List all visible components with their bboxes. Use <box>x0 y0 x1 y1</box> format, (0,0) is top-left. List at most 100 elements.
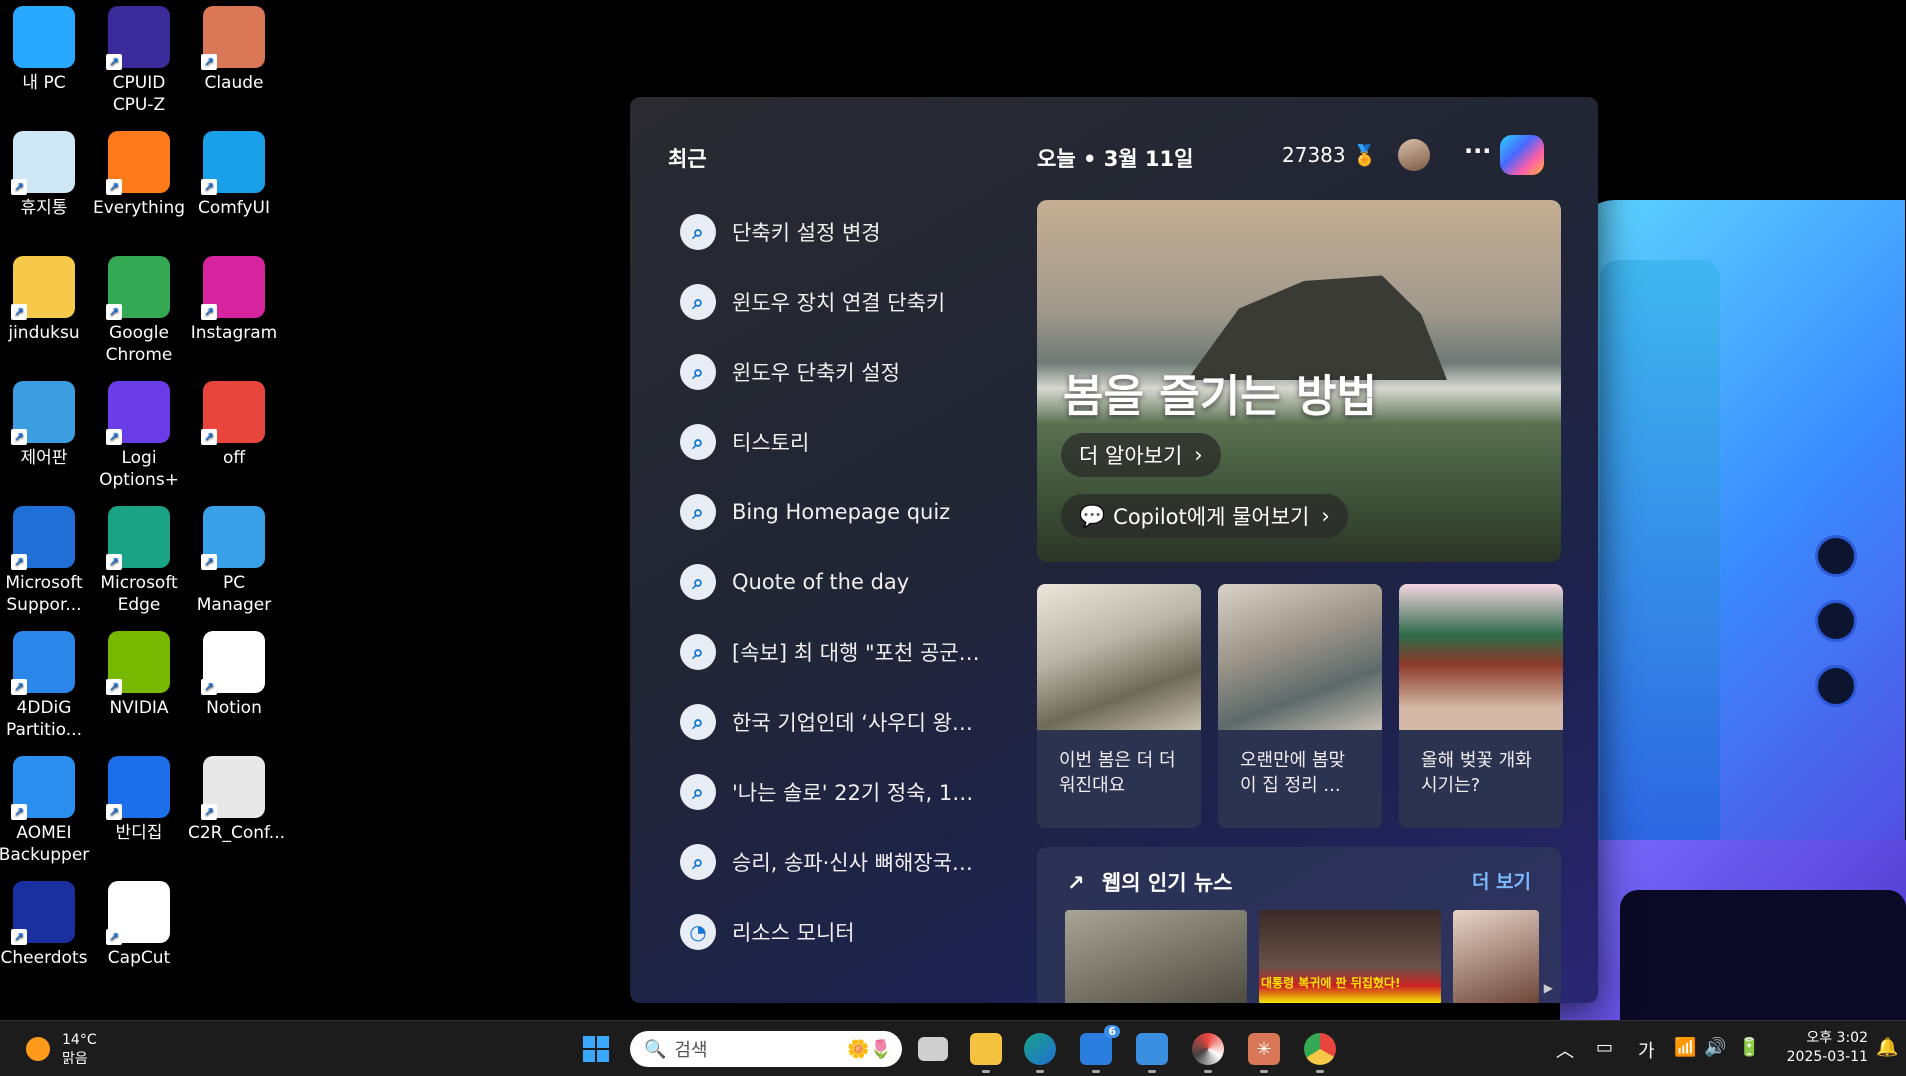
desktop-icon[interactable]: ↗ 휴지통 <box>0 131 90 219</box>
messenger-icon[interactable]: 6 <box>1080 1025 1120 1073</box>
wallpaper-knob <box>1815 665 1857 707</box>
desktop-icon[interactable]: ↗ C2R_Conf... <box>188 756 285 844</box>
desktop-icon[interactable]: ↗ jinduksu <box>0 256 90 344</box>
notepad-icon[interactable] <box>1136 1033 1168 1073</box>
desktop-icon-label: CPUID CPU-Z <box>112 73 166 115</box>
tablet-icon[interactable]: ▭ <box>1596 1037 1613 1058</box>
running-indicator <box>982 1070 990 1073</box>
spring-card[interactable]: 올해 벚꽃 개화 시기는? <box>1399 584 1563 828</box>
ask-copilot-button[interactable]: 💬 Copilot에게 물어보기 › <box>1061 494 1348 538</box>
running-indicator <box>1204 1070 1212 1073</box>
desktop-icon[interactable]: ↗ Instagram <box>188 256 280 344</box>
system-clock[interactable]: 오후 3:02 2025-03-11 <box>1784 1029 1868 1067</box>
clock-time: 오후 3:02 <box>1806 1030 1868 1046</box>
desktop-icon[interactable]: ↗ Logi Options+ <box>93 381 185 491</box>
desktop-icon-label: CapCut <box>107 948 171 968</box>
desktop-icon[interactable]: ↗ CapCut <box>93 881 185 969</box>
desktop-icon[interactable]: ↗ off <box>188 381 280 469</box>
search-icon: ⌕ <box>680 284 716 320</box>
weather-widget[interactable]: 14°C 맑음 <box>62 1031 97 1069</box>
desktop-icon[interactable]: 내 PC <box>0 6 90 94</box>
taskbar: 14°C 맑음 🔍 검색 🌼🌷 6 ✳ ︿ ▭ 가 📶 🔊 🔋 오후 3:02 … <box>0 1020 1906 1076</box>
rewards-points[interactable]: 27383 🏅 <box>1282 143 1377 167</box>
wallpaper-knob <box>1815 535 1857 577</box>
desktop-icon[interactable]: ↗ Everything <box>93 131 185 219</box>
weather-desc: 맑음 <box>62 1051 88 1067</box>
recent-search-item[interactable]: ⌕ [속보] 최 대행 "포천 공군오... <box>680 617 980 687</box>
desktop-icon[interactable]: ↗ PC Manager <box>188 506 280 616</box>
news-more-link[interactable]: 더 보기 <box>1472 867 1531 894</box>
recent-search-item[interactable]: ⌕ 한국 기업인데 ‘사우디 왕실... <box>680 687 980 757</box>
edge-icon[interactable] <box>1024 1033 1056 1073</box>
chat-bubble-icon: 💬 <box>1079 503 1106 528</box>
spring-card[interactable]: 오랜만에 봄맞이 집 정리 ... <box>1218 584 1382 828</box>
shortcut-arrow-icon: ↗ <box>201 679 217 695</box>
recent-search-item[interactable]: ⌕ 윈도우 장치 연결 단축키 <box>680 267 980 337</box>
desktop-icon[interactable]: ↗ CPUID CPU-Z <box>93 6 185 116</box>
recent-search-item[interactable]: ⌕ 승리, 송파·신사 뼈해장국집... <box>680 827 980 897</box>
recent-search-item[interactable]: ⌕ '나는 솔로' 22기 정숙, 10기 ... <box>680 757 980 827</box>
backup-icon: ↗ <box>11 756 75 820</box>
chevron-up-icon[interactable]: ︿ <box>1556 1037 1574 1063</box>
resource-monitor-icon[interactable] <box>1192 1033 1224 1073</box>
recent-search-item[interactable]: ⌕ Bing Homepage quiz <box>680 477 980 547</box>
desktop-icon-label: Microsoft Edge <box>100 573 178 615</box>
ime-indicator[interactable]: 가 <box>1638 1037 1655 1063</box>
chrome-icon[interactable] <box>1304 1033 1336 1073</box>
battery-icon[interactable]: 🔋 <box>1738 1037 1760 1058</box>
scroll-right-icon[interactable]: ▶ <box>1544 981 1553 995</box>
desktop-icon[interactable]: ↗ Notion <box>188 631 280 719</box>
desktop-icon[interactable]: ↗ Microsoft Edge <box>93 506 185 616</box>
claude-icon[interactable]: ✳ <box>1248 1033 1280 1073</box>
learn-more-button[interactable]: 더 알아보기 › <box>1061 433 1221 477</box>
wifi-icon[interactable]: 📶 <box>1674 1037 1696 1058</box>
card-image-pavilion <box>1399 584 1563 730</box>
news-thumbnail[interactable] <box>1453 910 1539 1003</box>
desktop-icon-label: 제어판 <box>20 448 68 468</box>
desktop-icon[interactable]: ↗ 제어판 <box>0 381 90 469</box>
wallpaper-tv-lower-screen <box>1620 890 1906 1040</box>
start-button[interactable] <box>580 1033 612 1065</box>
desktop-icon-label: Claude <box>204 73 264 93</box>
task-view-icon[interactable] <box>918 1037 948 1061</box>
shortcut-arrow-icon: ↗ <box>106 679 122 695</box>
taskbar-search-box[interactable]: 🔍 검색 🌼🌷 <box>630 1031 902 1067</box>
magnifier-icon: ↗ <box>106 131 170 195</box>
recent-search-item[interactable]: ◔ 리소스 모니터 <box>680 897 980 967</box>
desktop-icon-label: 휴지통 <box>20 198 68 218</box>
chevron-right-icon: › <box>1321 504 1330 528</box>
desktop-icon[interactable]: ↗ 반디집 <box>93 756 185 844</box>
desktop-icon[interactable]: ↗ AOMEI Backupper <box>0 756 90 866</box>
desktop-icon[interactable]: ↗ Claude <box>188 6 280 94</box>
avatar[interactable] <box>1398 139 1430 171</box>
running-indicator <box>1148 1070 1156 1073</box>
points-value: 27383 <box>1282 143 1346 167</box>
search-icon: ⌕ <box>680 354 716 390</box>
recent-search-item[interactable]: ⌕ 단축키 설정 변경 <box>680 197 980 267</box>
copilot-icon[interactable] <box>1500 135 1544 175</box>
recent-search-item[interactable]: ⌕ Quote of the day <box>680 547 980 617</box>
logi-mouse-icon: ↗ <box>106 381 170 445</box>
recent-search-item[interactable]: ⌕ 티스토리 <box>680 407 980 477</box>
news-thumbnail[interactable]: 대통령 복귀에 판 뒤집혔다! <box>1259 910 1441 1003</box>
sun-icon[interactable] <box>26 1037 50 1061</box>
search-icon: ⌕ <box>680 424 716 460</box>
desktop-icon-label: Microsoft Suppor... <box>5 573 83 615</box>
desktop-icon[interactable]: ↗ ComfyUI <box>188 131 280 219</box>
desktop-icon[interactable]: ↗ Google Chrome <box>93 256 185 366</box>
recent-search-item[interactable]: ⌕ 윈도우 단축키 설정 <box>680 337 980 407</box>
notification-icon[interactable]: 🔔 <box>1876 1037 1898 1058</box>
more-options-button[interactable]: ··· <box>1464 137 1491 165</box>
news-thumbnail[interactable] <box>1065 910 1247 1003</box>
file-explorer-icon[interactable] <box>970 1033 1002 1073</box>
desktop-icon-label: Google Chrome <box>105 323 173 365</box>
desktop-icon[interactable]: ↗ NVIDIA <box>93 631 185 719</box>
hero-card[interactable]: 봄을 즐기는 방법 더 알아보기 › 💬 Copilot에게 물어보기 › <box>1037 200 1561 562</box>
desktop-icon[interactable]: ↗ Microsoft Suppor... <box>0 506 90 616</box>
spring-card[interactable]: 이번 봄은 더 더워진대요 <box>1037 584 1201 828</box>
volume-icon[interactable]: 🔊 <box>1704 1037 1726 1058</box>
desktop-icon[interactable]: ↗ Cheerdots <box>0 881 90 969</box>
config-file-icon: ↗ <box>201 756 265 820</box>
trending-news: ↗ 웹의 인기 뉴스 더 보기 대통령 복귀에 판 뒤집혔다! ▶ <box>1037 847 1561 1003</box>
desktop-icon[interactable]: ↗ 4DDiG Partitio... <box>0 631 90 741</box>
